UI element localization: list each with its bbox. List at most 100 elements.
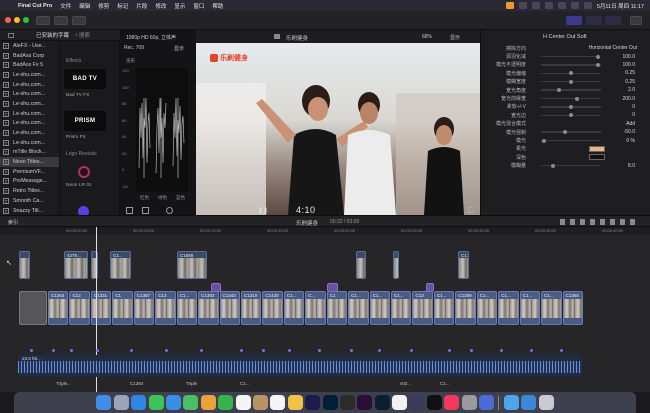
timeline-marker[interactable] [200,349,203,352]
dock-maps-icon[interactable] [183,395,199,410]
effects-list-item[interactable]: T ProMessage... [0,177,59,187]
inspector-slider-knob[interactable] [569,104,573,109]
dock-contacts-icon[interactable] [252,395,268,410]
bad-tv-thumbnail[interactable]: BAD TV [64,69,106,89]
gap-clip[interactable] [19,291,47,325]
connected-clip[interactable]: C1688 [177,251,207,279]
dock-settings-icon[interactable] [461,395,477,410]
storyline-clip[interactable]: C12 [69,291,90,325]
connected-clip[interactable] [356,251,366,279]
inspector-slider-knob[interactable] [575,96,579,101]
inspector-slider-track[interactable] [541,131,601,133]
storyline-clip[interactable]: C1... [519,291,541,325]
audio-subclip-label[interactable]: Triple [186,381,197,386]
minimize-window-button[interactable] [14,17,20,23]
audio-subclip-label[interactable]: C1... [440,381,450,386]
inspector-slider-knob[interactable] [551,163,555,168]
inspector-slider-track[interactable] [541,164,601,167]
effects-list-item[interactable]: T PremiumVF... [0,167,59,177]
prism-thumbnail[interactable]: PRISM [64,111,106,131]
menu-mark[interactable]: 标记 [113,2,132,10]
battery-icon[interactable] [544,2,553,9]
connected-clip[interactable]: C1... [110,251,131,279]
storyline-clip[interactable]: C1... [369,291,391,325]
audio-subclip-label[interactable]: v02... [400,381,411,386]
menubar-clock[interactable]: 5月11日 周四 11:17 [597,2,644,10]
menu-file[interactable]: 文件 [56,2,75,10]
installed-titles-dropdown[interactable]: 已安装的字幕 [36,31,69,39]
effects-list-item[interactable]: T Snazzy Titl... [0,206,59,216]
dock-motion-icon[interactable] [409,395,425,410]
storyline-clip[interactable]: C13 [412,291,433,325]
inspector-param-value[interactable]: 0.25 [603,79,635,85]
inspector-param-value[interactable]: 8.0 [603,163,635,169]
effects-list-item[interactable]: T BadAss Corp [0,51,59,61]
timeline-marker[interactable] [378,349,381,352]
timeline-marker[interactable] [262,349,265,352]
sidebar-toggle-icon[interactable] [8,32,14,38]
video-frame[interactable]: 乐刷健身 [196,43,480,215]
background-tasks-button[interactable] [72,16,86,25]
inspector-slider-knob[interactable] [542,138,546,143]
storyline-clip[interactable]: C1343 [219,291,240,325]
search-icon[interactable]: ⌕ [75,32,78,38]
storyline-clip[interactable]: C... [305,291,326,325]
storyline-clip[interactable]: C1310 [240,291,262,325]
dock-photoshop-icon[interactable] [322,395,338,410]
inspector-slider-knob[interactable] [596,62,600,67]
timeline-marker[interactable] [70,349,73,352]
effects-list-item[interactable]: T Smooth Ca... [0,196,59,206]
effects-list-item[interactable]: T Le-shu.com... [0,70,59,80]
timeline-ruler[interactable]: 00:00:00:00 00:00:05:00 00:00:10:00 00:00:1… [0,227,650,235]
siri-icon[interactable] [583,2,592,9]
recorder-status-icon[interactable] [505,2,514,9]
storyline-clip[interactable]: C1... [176,291,198,325]
storyline-clip[interactable]: C1387 [133,291,155,325]
menu-view[interactable]: 显示 [170,2,189,10]
timeline-marker[interactable] [96,349,99,352]
effects-list-item[interactable]: T Le-shu.com... [0,109,59,119]
storyline-clip[interactable]: C1 [326,291,348,325]
storyline-clip[interactable]: C1359 [455,291,476,325]
close-window-button[interactable] [5,17,11,23]
viewer-zoom[interactable]: 68% [422,34,432,40]
effects-list-item[interactable]: T Le-shu.com... [0,89,59,99]
timeline-marker[interactable] [350,349,353,352]
menu-modify[interactable]: 修改 [151,2,170,10]
inspector-slider-track[interactable] [541,55,601,58]
inspector-slider-knob[interactable] [569,113,573,118]
effects-list-item[interactable]: T Le-shu.com... [0,80,59,90]
timeline[interactable]: 00:00:00:00 00:00:05:00 00:00:10:00 00:00:1… [0,227,650,392]
inspector-slider-knob[interactable] [557,88,561,93]
inspector-param-value[interactable]: Add [603,121,635,127]
layout-toggle-1[interactable] [566,16,582,25]
color-swatch[interactable] [589,145,605,152]
effects-list-item[interactable]: T Le-shu.com... [0,99,59,109]
storyline-clip[interactable]: C1... [498,291,519,325]
effects-list-item[interactable]: TmTitle Block... [0,148,59,158]
menu-app[interactable]: Final Cut Pro [14,3,56,9]
menu-window[interactable]: 窗口 [189,2,208,10]
inspector-slider-knob[interactable] [569,71,573,76]
inspector-param-value[interactable]: 0 % [603,138,635,144]
dock-tv-icon[interactable] [426,395,442,410]
inspector-slider-track[interactable] [541,64,601,66]
dock-safari-icon[interactable] [131,395,147,410]
storyline-clip[interactable]: C1331 [90,291,112,325]
storyline-clip[interactable]: C1... [283,291,305,325]
timeline-toolbar-icons[interactable] [560,219,640,225]
inspector-param-value[interactable]: 100.0 [603,54,635,60]
zoom-window-button[interactable] [23,17,29,23]
fullscreen-icon[interactable] [468,207,474,213]
storyline-clip[interactable]: C1... [476,291,498,325]
color-swatch[interactable] [589,154,605,161]
timeline-marker[interactable] [52,349,55,352]
dock-folder-icon[interactable] [503,395,519,410]
timeline-marker[interactable] [165,349,168,352]
effects-list-item[interactable]: T BadAss Fx 5 [0,60,59,70]
layout-toggle-3[interactable] [605,16,621,25]
inspector-param-value[interactable]: Horizontal Center Out [547,45,637,51]
neon-logo-thumbnail[interactable] [78,166,90,178]
dock-finder-icon[interactable] [96,395,112,410]
effects-list-item[interactable]: T Le-shu.com... [0,128,59,138]
